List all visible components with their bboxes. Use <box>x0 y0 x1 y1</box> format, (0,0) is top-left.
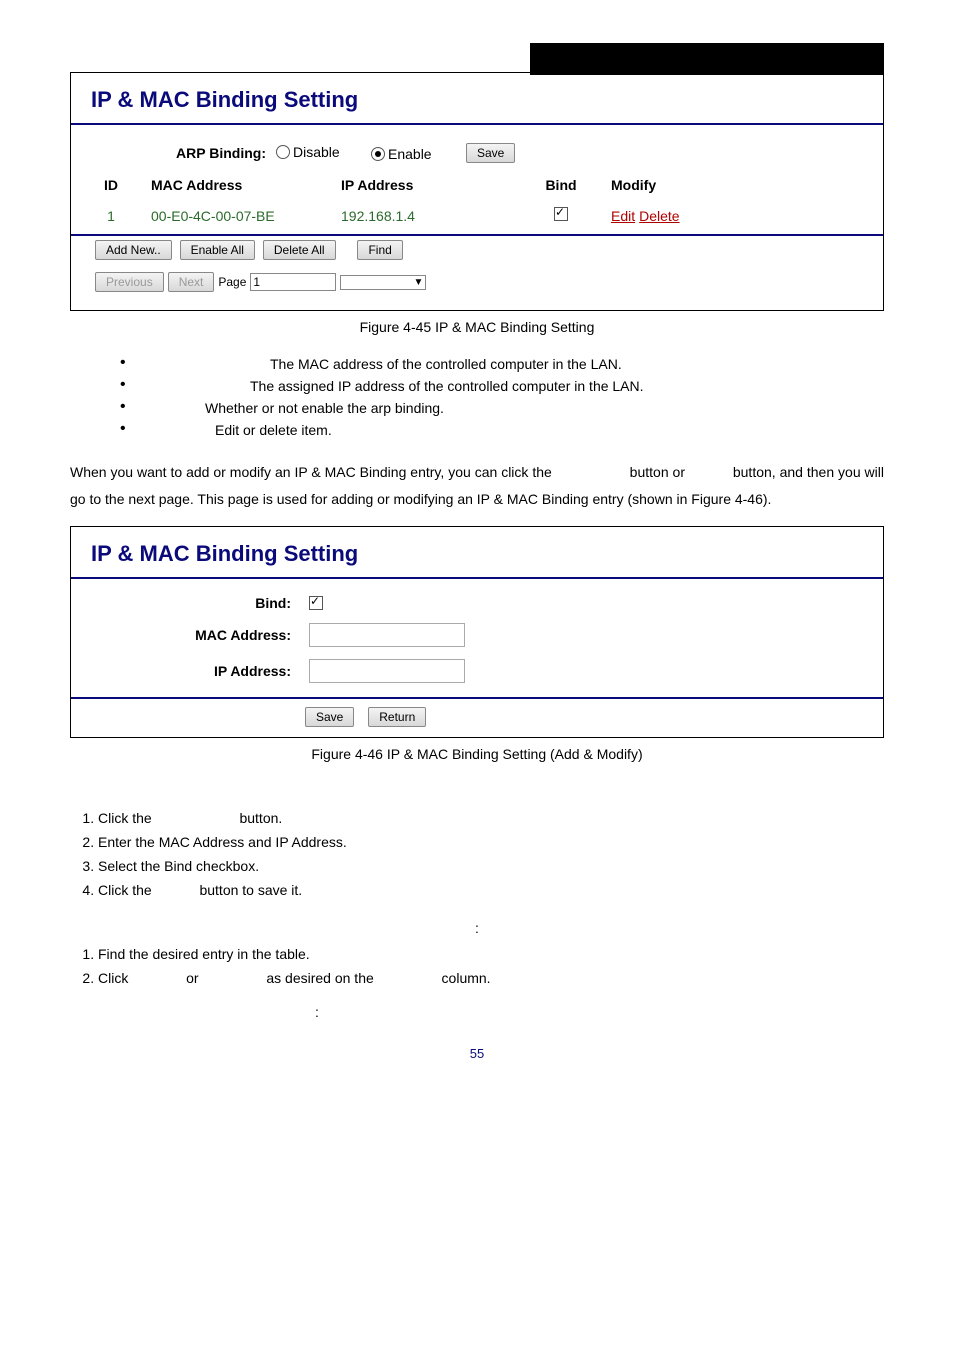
list-item: The MAC address of the controlled comput… <box>70 353 884 375</box>
edit-link[interactable]: Edit <box>611 208 635 224</box>
delete-link[interactable]: Delete <box>639 208 679 224</box>
radio-enable-label: Enable <box>388 146 432 162</box>
steps-list-b: Find the desired entry in the table. Cli… <box>98 942 884 990</box>
list-item: Find the desired entry in the table. <box>98 942 884 966</box>
list-item: Edit or delete item. <box>70 419 884 441</box>
fig46-caption: Figure 4-46 IP & MAC Binding Setting (Ad… <box>70 746 884 762</box>
table-row: 1 00-E0-4C-00-07-BE 192.168.1.4 EditDele… <box>71 203 883 234</box>
page-number-input[interactable] <box>250 273 336 291</box>
col-ip: IP Address <box>341 177 511 193</box>
bind-label: Bind: <box>71 595 309 611</box>
page-label: Page <box>218 275 246 289</box>
find-button[interactable]: Find <box>357 240 402 260</box>
add-new-button[interactable]: Add New.. <box>95 240 172 260</box>
return-button[interactable]: Return <box>368 707 426 727</box>
page-number: 55 <box>70 1026 884 1061</box>
next-button[interactable]: Next <box>168 272 215 292</box>
page-select[interactable]: ▼ <box>340 275 426 290</box>
col-mac: MAC Address <box>151 177 341 193</box>
colon-2: : <box>205 1004 319 1020</box>
list-item: Enter the MAC Address and IP Address. <box>98 830 884 854</box>
list-item: The assigned IP address of the controlle… <box>70 375 884 397</box>
arp-binding-label: ARP Binding: <box>71 145 276 161</box>
row-mac: 00-E0-4C-00-07-BE <box>151 208 341 224</box>
mac-address-label: MAC Address: <box>71 627 309 643</box>
ip-address-input[interactable] <box>309 659 465 683</box>
chevron-down-icon: ▼ <box>414 277 424 288</box>
arp-disable-radio[interactable]: Disable <box>276 144 340 160</box>
figure-4-45-box: IP & MAC Binding Setting ARP Binding: Di… <box>70 72 884 311</box>
enable-all-button[interactable]: Enable All <box>180 240 255 260</box>
row-ip: 192.168.1.4 <box>341 208 511 224</box>
fig46-title: IP & MAC Binding Setting <box>71 527 883 577</box>
list-item: Click or as desired on the column. <box>98 966 884 990</box>
radio-disable-label: Disable <box>293 144 340 160</box>
save-button[interactable]: Save <box>466 143 515 163</box>
ip-address-label: IP Address: <box>71 663 309 679</box>
header-black-box <box>530 43 884 75</box>
row-id: 1 <box>71 208 151 224</box>
bullet-list: The MAC address of the controlled comput… <box>70 353 884 441</box>
list-item: Whether or not enable the arp binding. <box>70 397 884 419</box>
paragraph-1: When you want to add or modify an IP & M… <box>70 459 884 512</box>
fig45-caption: Figure 4-45 IP & MAC Binding Setting <box>70 319 884 335</box>
mac-address-input[interactable] <box>309 623 465 647</box>
col-modify: Modify <box>611 177 731 193</box>
col-bind: Bind <box>511 177 611 193</box>
arp-enable-radio[interactable]: Enable <box>371 146 432 162</box>
previous-button[interactable]: Previous <box>95 272 164 292</box>
bind-checkbox[interactable] <box>309 596 323 610</box>
figure-4-46-box: IP & MAC Binding Setting Bind: MAC Addre… <box>70 526 884 738</box>
bind-checkbox[interactable] <box>554 207 568 221</box>
list-item: Select the Bind checkbox. <box>98 854 884 878</box>
col-id: ID <box>71 177 151 193</box>
fig45-title: IP & MAC Binding Setting <box>71 73 883 123</box>
colon-1: : <box>475 920 479 936</box>
steps-list-a: Click the button. Enter the MAC Address … <box>98 806 884 902</box>
list-item: Click the button. <box>98 806 884 830</box>
delete-all-button[interactable]: Delete All <box>263 240 336 260</box>
save-button[interactable]: Save <box>305 707 354 727</box>
list-item: Click the button to save it. <box>98 878 884 902</box>
